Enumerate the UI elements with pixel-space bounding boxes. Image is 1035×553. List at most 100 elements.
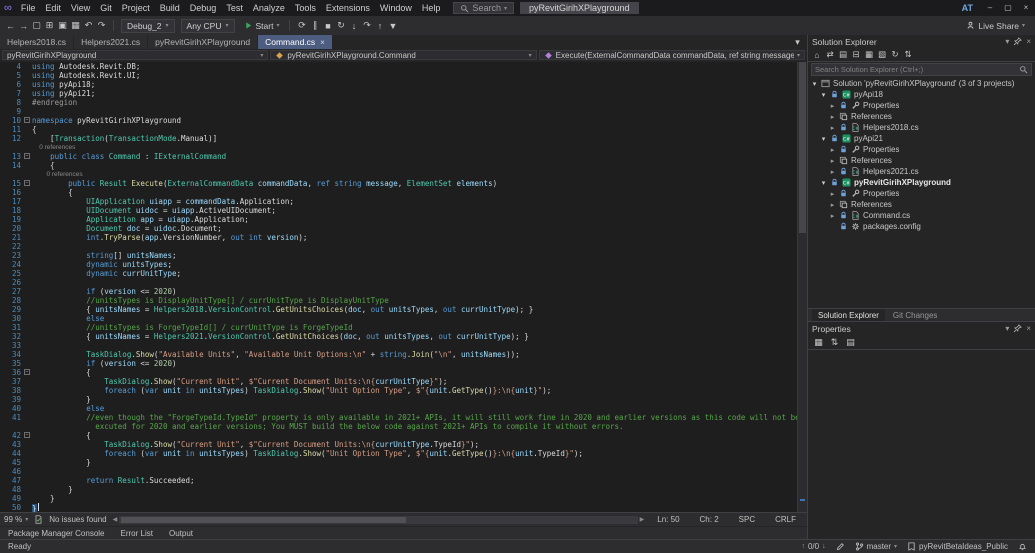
- new-file-icon[interactable]: ▢: [30, 20, 43, 31]
- tab-helpers2021-cs[interactable]: Helpers2021.cs: [74, 35, 147, 49]
- close-button[interactable]: ×: [1017, 0, 1035, 16]
- window-position-icon[interactable]: ▾: [1005, 324, 1009, 333]
- tree-item-references[interactable]: ▸References: [808, 111, 1035, 122]
- code-line[interactable]: 20 Document doc = uidoc.Document;: [0, 224, 797, 233]
- close-panel-icon[interactable]: ×: [1026, 37, 1031, 46]
- collapse-all-icon[interactable]: ⊟: [850, 49, 862, 60]
- code-line[interactable]: 7using pyApi21;: [0, 89, 797, 98]
- minimize-button[interactable]: –: [981, 0, 999, 16]
- line-number[interactable]: 49: [0, 494, 24, 503]
- code-line[interactable]: 18 UIDocument uidoc = uiapp.ActiveUIDocu…: [0, 206, 797, 215]
- code-line[interactable]: 27 if (version <= 2020): [0, 287, 797, 296]
- redo-icon[interactable]: ↷: [95, 20, 108, 31]
- line-number[interactable]: 15: [0, 179, 24, 188]
- line-number[interactable]: 37: [0, 377, 24, 386]
- tree-item-properties[interactable]: ▸Properties: [808, 100, 1035, 111]
- expander-icon[interactable]: ▸: [829, 190, 836, 198]
- code-line[interactable]: 34 TaskDialog.Show("Available Units", "A…: [0, 350, 797, 359]
- account-button[interactable]: AT: [954, 3, 981, 13]
- code-line[interactable]: 25 dynamic currUnitType;: [0, 269, 797, 278]
- code-line[interactable]: 40 else: [0, 404, 797, 413]
- tree-item-properties[interactable]: ▸Properties: [808, 144, 1035, 155]
- tree-item-references[interactable]: ▸References: [808, 155, 1035, 166]
- horizontal-scroll-thumb[interactable]: [121, 517, 406, 523]
- code-line[interactable]: 38 foreach (var unit in unitsTypes) Task…: [0, 386, 797, 395]
- menu-help[interactable]: Help: [417, 0, 446, 16]
- line-number[interactable]: 6: [0, 80, 24, 89]
- alphabetical-icon[interactable]: ⇅: [828, 337, 841, 348]
- code-line[interactable]: 15− public Result Execute(ExternalComman…: [0, 179, 797, 188]
- horizontal-scrollbar[interactable]: ◀ ▶: [113, 516, 645, 524]
- tree-item-command-cs[interactable]: ▸C#Command.cs: [808, 210, 1035, 221]
- code-line[interactable]: 23 string[] unitsNames;: [0, 251, 797, 260]
- categorized-icon[interactable]: ▦: [812, 337, 825, 348]
- code-line[interactable]: 22: [0, 242, 797, 251]
- expander-icon[interactable]: ▸: [829, 146, 836, 154]
- line-number[interactable]: 42: [0, 431, 24, 440]
- code-line[interactable]: 28 //unitsTypes is DisplayUnitType[] / c…: [0, 296, 797, 305]
- save-icon[interactable]: ▣: [56, 20, 69, 31]
- refresh-icon[interactable]: ↻: [889, 49, 901, 60]
- menu-extensions[interactable]: Extensions: [321, 0, 375, 16]
- line-number[interactable]: 25: [0, 269, 24, 278]
- code-editor[interactable]: 4using Autodesk.Revit.DB;5using Autodesk…: [0, 62, 807, 512]
- restart-icon[interactable]: ↻: [334, 20, 347, 31]
- solution-search-box[interactable]: [811, 63, 1032, 76]
- code-line[interactable]: 35 if (version <= 2020): [0, 359, 797, 368]
- pin-icon[interactable]: [1013, 324, 1022, 333]
- code-line[interactable]: 44 foreach (var unit in unitsTypes) Task…: [0, 449, 797, 458]
- line-number[interactable]: 43: [0, 440, 24, 449]
- code-line[interactable]: excuted for 2020 and earlier versions; Y…: [0, 422, 797, 431]
- platform-dropdown[interactable]: Any CPU ▾: [181, 19, 235, 33]
- tree-item-helpers2018-cs[interactable]: ▸C#Helpers2018.cs: [808, 122, 1035, 133]
- member-dropdown[interactable]: Execute(ExternalCommandData commandData,…: [539, 50, 805, 60]
- code-line[interactable]: 9: [0, 107, 797, 116]
- line-number[interactable]: 20: [0, 224, 24, 233]
- menu-analyze[interactable]: Analyze: [248, 0, 290, 16]
- menu-file[interactable]: File: [16, 0, 41, 16]
- code-line[interactable]: 45 }: [0, 458, 797, 467]
- line-number[interactable]: 28: [0, 296, 24, 305]
- sync-with-active-document-icon[interactable]: ⇅: [902, 49, 914, 60]
- live-share-button[interactable]: Live Share ▾: [966, 21, 1031, 31]
- menu-project[interactable]: Project: [117, 0, 155, 16]
- line-number[interactable]: 10: [0, 116, 24, 125]
- line-number[interactable]: 16: [0, 188, 24, 197]
- code-line[interactable]: 6using pyApi18;: [0, 80, 797, 89]
- code-line[interactable]: 37 TaskDialog.Show("Current Unit", $"Cur…: [0, 377, 797, 386]
- start-debugging-button[interactable]: Start ▾: [239, 21, 285, 31]
- line-number[interactable]: 11: [0, 125, 24, 134]
- line-number[interactable]: 45: [0, 458, 24, 467]
- fold-marker[interactable]: −: [24, 431, 32, 440]
- line-number[interactable]: 35: [0, 359, 24, 368]
- line-number[interactable]: 5: [0, 71, 24, 80]
- menu-edit[interactable]: Edit: [40, 0, 66, 16]
- expander-icon[interactable]: ▸: [829, 124, 836, 132]
- menu-debug[interactable]: Debug: [185, 0, 222, 16]
- expander-icon[interactable]: ▸: [829, 168, 836, 176]
- code-line[interactable]: 48 }: [0, 485, 797, 494]
- panel-tab-error-list[interactable]: Error List: [121, 529, 153, 538]
- quick-search-box[interactable]: Search ▾: [453, 2, 514, 14]
- stop-icon[interactable]: ■: [321, 21, 334, 31]
- line-number[interactable]: 44: [0, 449, 24, 458]
- menu-build[interactable]: Build: [155, 0, 185, 16]
- line-number[interactable]: 39: [0, 395, 24, 404]
- zoom-control[interactable]: 99 % ▾: [4, 515, 28, 524]
- open-file-icon[interactable]: ⊞: [43, 20, 56, 31]
- tree-item-packages-config[interactable]: packages.config: [808, 221, 1035, 232]
- code-line[interactable]: 19 Application app = uiapp.Application;: [0, 215, 797, 224]
- code-line[interactable]: 5using Autodesk.Revit.UI;: [0, 71, 797, 80]
- close-panel-icon[interactable]: ×: [1026, 324, 1031, 333]
- code-line[interactable]: 30 else: [0, 314, 797, 323]
- expander-icon[interactable]: ▾: [820, 179, 827, 187]
- health-indicator-icon[interactable]: [34, 515, 43, 524]
- fold-marker[interactable]: −: [24, 116, 32, 125]
- code-line[interactable]: 11{: [0, 125, 797, 134]
- line-number[interactable]: 18: [0, 206, 24, 215]
- line-number[interactable]: [0, 143, 24, 152]
- menu-test[interactable]: Test: [221, 0, 248, 16]
- line-number[interactable]: 24: [0, 260, 24, 269]
- line-indicator[interactable]: Ln: 50: [650, 515, 686, 524]
- sync-commits-button[interactable]: ↑ 0/0 ↓: [801, 542, 825, 551]
